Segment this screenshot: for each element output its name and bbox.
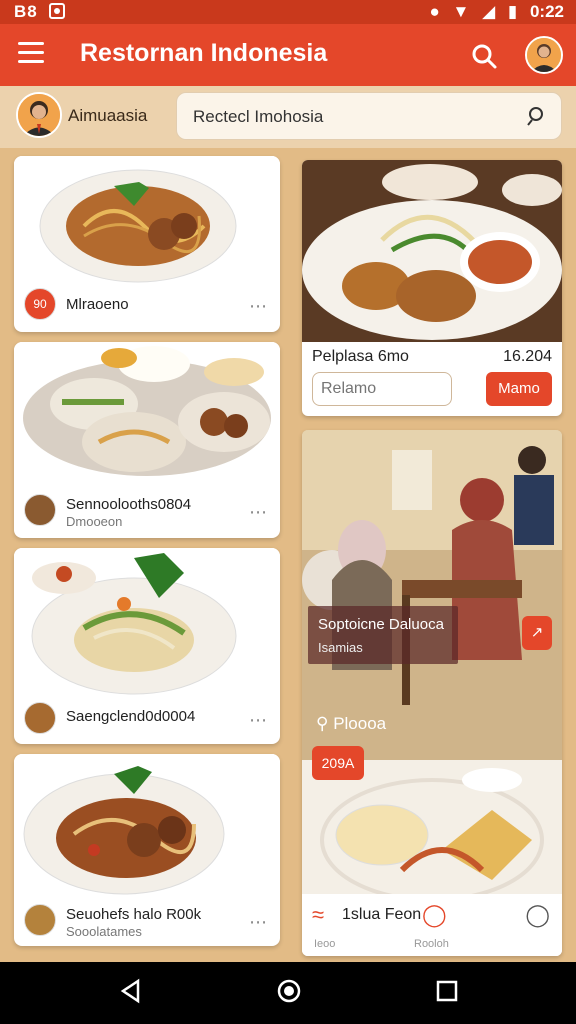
card-title: Saengclend0d0004: [66, 708, 196, 725]
cart-icon[interactable]: ≈: [312, 902, 324, 928]
dish-image: [14, 156, 280, 286]
featured-dish-card[interactable]: Pelplasa 6mo 16.204 Mamo: [302, 160, 562, 416]
pin-icon: ⚲: [316, 714, 329, 733]
card-badge: 90: [24, 288, 56, 320]
dish-image: [14, 548, 280, 698]
status-time: 0:22: [529, 2, 564, 21]
content-grid: 90 Mlraoeno ⋯ Sennoolooths0804 Dmooeon ⋯: [0, 148, 576, 962]
alarm-icon: ●: [429, 2, 440, 21]
caption-title: Soptoicne Daluoca: [318, 616, 444, 633]
bottom-left-caption: Ieoo: [314, 938, 336, 950]
card-title: Mlraoeno: [66, 296, 129, 313]
recents-icon[interactable]: [434, 978, 460, 1004]
card-title: Seuohefs halo R00k: [66, 906, 202, 923]
dish-card[interactable]: Saengclend0d0004 ⋯: [14, 548, 280, 744]
dish-name: Pelplasa 6mo: [312, 348, 409, 365]
search-field[interactable]: [176, 92, 562, 140]
share-icon[interactable]: ↗: [522, 616, 552, 650]
signal-icon: ◢: [482, 2, 496, 21]
note-input[interactable]: [313, 373, 451, 405]
wifi-icon: ▼: [452, 2, 470, 21]
app-bar: Restornan Indonesia: [0, 24, 576, 86]
status-bar: B8 ● ▼ ◢ ▮ 0:22: [0, 0, 576, 24]
user-search-row: Aimuaasia: [0, 86, 576, 148]
location-text: Ploooa: [333, 714, 387, 733]
menu-icon[interactable]: [18, 42, 44, 64]
photo-caption: Soptoicne Daluoca Isamias: [308, 606, 458, 664]
search-icon[interactable]: [470, 42, 498, 70]
dish-price: 16.204: [503, 348, 552, 365]
dish-card[interactable]: Seuohefs halo R00k Sooolatames ⋯: [14, 754, 280, 946]
bottom-mid-caption: Rooloh: [414, 938, 449, 950]
chat-icon[interactable]: ◯: [422, 902, 447, 928]
card-subtitle: Dmooeon: [66, 514, 123, 529]
status-right-icons: ● ▼ ◢ ▮ 0:22: [429, 2, 564, 22]
battery-icon: ▮: [507, 2, 518, 21]
status-left-icons: B8: [14, 2, 66, 22]
photo-icon: [49, 3, 66, 19]
location-label: ⚲ Ploooa: [316, 714, 386, 734]
more-options-icon[interactable]: ⋯: [249, 296, 268, 317]
card-badge: [24, 904, 56, 936]
card-subtitle: Sooolatames: [66, 924, 142, 939]
card-bottom-bar: ≈ 1slua Feon ◯ ◯ Ieoo Rooloh: [302, 894, 562, 956]
dish-image: [14, 754, 280, 902]
dish-card[interactable]: Sennoolooths0804 Dmooeon ⋯: [14, 342, 280, 538]
status-left-text: B8: [14, 2, 38, 21]
user-name: Aimuaasia: [68, 106, 148, 125]
note-field[interactable]: [312, 372, 452, 406]
bottom-bar-title: 1slua Feon: [342, 906, 422, 923]
caption-subtitle: Isamias: [318, 640, 363, 655]
back-icon[interactable]: [118, 978, 144, 1004]
card-badge: [24, 494, 56, 526]
card-badge: [24, 702, 56, 734]
user-avatar[interactable]: [16, 92, 62, 138]
order-button[interactable]: Mamo: [486, 372, 552, 406]
dish-image: [14, 342, 280, 482]
dish-image: [302, 160, 562, 342]
card-title: Sennoolooths0804: [66, 496, 192, 513]
more-options-icon[interactable]: ⋯: [249, 912, 268, 933]
more-options-icon[interactable]: ⋯: [249, 502, 268, 523]
search-icon[interactable]: [525, 105, 547, 127]
system-nav-bar: [0, 962, 576, 1024]
app-title: Restornan Indonesia: [80, 39, 328, 67]
discount-badge: 209A: [312, 746, 364, 780]
profile-avatar[interactable]: [525, 36, 563, 74]
restaurant-photo-card[interactable]: Soptoicne Daluoca Isamias ↗ ⚲ Ploooa 209…: [302, 430, 562, 956]
dish-card[interactable]: 90 Mlraoeno ⋯: [14, 156, 280, 332]
restaurant-photo: [302, 430, 562, 956]
profile-icon[interactable]: ◯: [525, 902, 550, 928]
home-icon[interactable]: [276, 978, 302, 1004]
more-options-icon[interactable]: ⋯: [249, 710, 268, 731]
search-input[interactable]: [193, 105, 513, 129]
